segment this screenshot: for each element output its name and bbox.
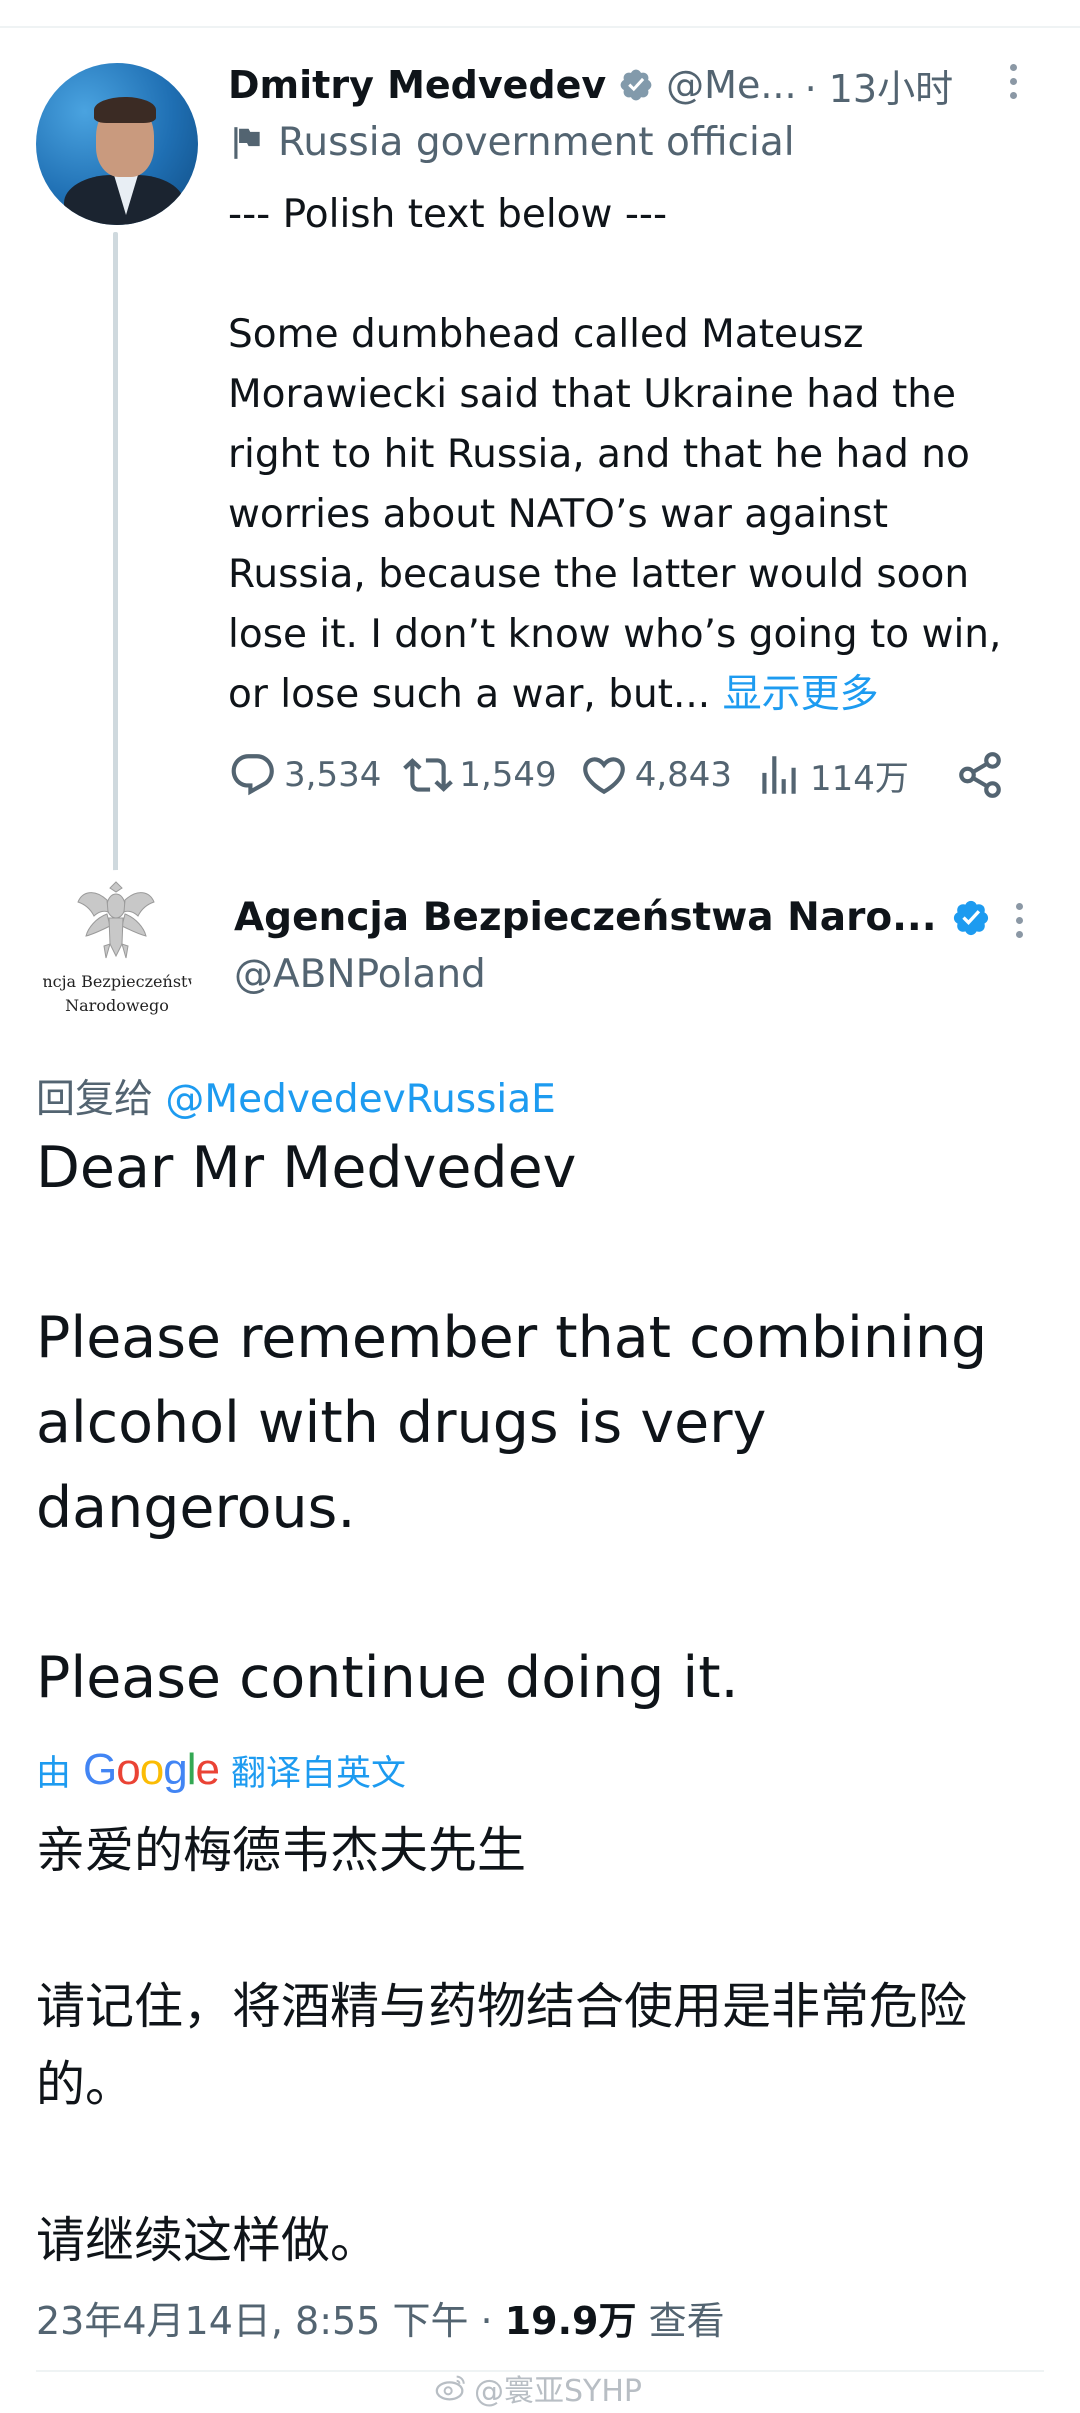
translated-p1: 亲爱的梅德韦杰夫先生 xyxy=(36,1822,527,1879)
abn-avatar-text-line1: encja Bezpieczeństw xyxy=(36,972,198,991)
like-button[interactable]: 4,843 xyxy=(579,750,732,800)
reply-count: 3,534 xyxy=(284,755,382,795)
retweet-count: 1,549 xyxy=(459,755,557,795)
replying-to: 回复给 @MedvedevRussiaE xyxy=(36,1068,556,1124)
watermark-text: @寰亚SYHP xyxy=(474,2374,643,2409)
retweet-icon xyxy=(403,758,454,792)
reply-more-icon[interactable] xyxy=(1012,903,1026,938)
parent-display-name[interactable]: Dmitry Medvedev xyxy=(228,63,606,107)
reply-text-p3: Please continue doing it. xyxy=(36,1645,739,1711)
views-button[interactable]: 114万 xyxy=(754,750,909,800)
reply-tweet-text: Dear Mr Medvedev Please remember that co… xyxy=(36,1126,1046,1721)
parent-handle[interactable]: @Me... xyxy=(666,63,796,107)
polish-eagle-icon xyxy=(77,881,155,959)
verified-gray-icon xyxy=(620,69,652,101)
heart-icon xyxy=(582,757,625,795)
parent-actions: 3,534 1,549 4,843 114万 xyxy=(228,745,931,805)
flag-icon xyxy=(234,126,260,159)
verified-blue-icon xyxy=(953,900,988,935)
reply-text-p1: Dear Mr Medvedev xyxy=(36,1135,577,1201)
watermark: @寰亚SYHP xyxy=(434,2366,642,2410)
parent-author-row: Dmitry Medvedev @Me... · 13小时 xyxy=(228,58,954,113)
parent-text-body-content: Some dumbhead called Mateusz Morawiecki … xyxy=(228,312,1002,717)
views-icon xyxy=(762,756,796,794)
translation-attribution[interactable]: 由 Google 翻译自英文 xyxy=(36,1742,406,1798)
like-count: 4,843 xyxy=(634,755,733,795)
reply-text-p2: Please remember that combining alcohol w… xyxy=(36,1305,988,1541)
translated-text: 亲爱的梅德韦杰夫先生 请记住，将酒精与药物结合使用是非常危险的。 请继续这样做。 xyxy=(36,1812,1046,2280)
tweet-date[interactable]: 23年4月14日, 8:55 下午 · xyxy=(36,2299,505,2343)
parent-tweet-text: --- Polish text below --- Some dumbhead … xyxy=(228,185,1028,725)
tweet-meta: 23年4月14日, 8:55 下午 · 19.9万 查看 xyxy=(36,2290,725,2345)
parent-more-icon[interactable] xyxy=(1006,64,1020,99)
google-logo: Google xyxy=(83,1745,220,1794)
top-divider xyxy=(0,26,1080,28)
thread-line xyxy=(113,232,118,872)
parent-time[interactable]: · 13小时 xyxy=(805,58,954,113)
government-label-text: Russia government official xyxy=(278,120,795,165)
tweet-views-count: 19.9万 xyxy=(504,2299,637,2343)
parent-text-body: Some dumbhead called Mateusz Morawiecki … xyxy=(228,305,1028,725)
translated-p3: 请继续这样做。 xyxy=(36,2212,380,2269)
medvedev-avatar[interactable] xyxy=(36,63,198,225)
show-more-link[interactable]: 显示更多 xyxy=(723,672,879,717)
weibo-icon xyxy=(435,2375,465,2401)
translate-prefix: 由 xyxy=(36,1753,72,1794)
translate-suffix: 翻译自英文 xyxy=(230,1753,406,1794)
reply-display-name[interactable]: Agencja Bezpieczeństwa Naro... xyxy=(234,895,937,940)
reply-button[interactable]: 3,534 xyxy=(228,750,381,800)
views-count: 114万 xyxy=(810,758,909,799)
retweet-button[interactable]: 1,549 xyxy=(403,750,557,800)
abn-avatar[interactable]: encja Bezpieczeństw Narodowego xyxy=(36,870,198,1032)
government-label[interactable]: Russia government official xyxy=(228,120,795,165)
share-icon[interactable] xyxy=(955,750,1005,800)
abn-avatar-text: encja Bezpieczeństw Narodowego xyxy=(36,970,198,1018)
replying-to-prefix: 回复给 xyxy=(36,1077,154,1122)
replying-to-mention[interactable]: @MedvedevRussiaE xyxy=(165,1077,555,1122)
reply-icon xyxy=(231,754,274,796)
reply-author-row: Agencja Bezpieczeństwa Naro... xyxy=(234,895,991,940)
abn-avatar-text-line2: Narodowego xyxy=(65,996,169,1015)
parent-text-line1: --- Polish text below --- xyxy=(228,192,668,237)
tweet-views-label: 查看 xyxy=(648,2299,725,2343)
reply-handle[interactable]: @ABNPoland xyxy=(234,952,486,997)
translated-p2: 请记住，将酒精与药物结合使用是非常危险的。 xyxy=(36,1978,968,2113)
